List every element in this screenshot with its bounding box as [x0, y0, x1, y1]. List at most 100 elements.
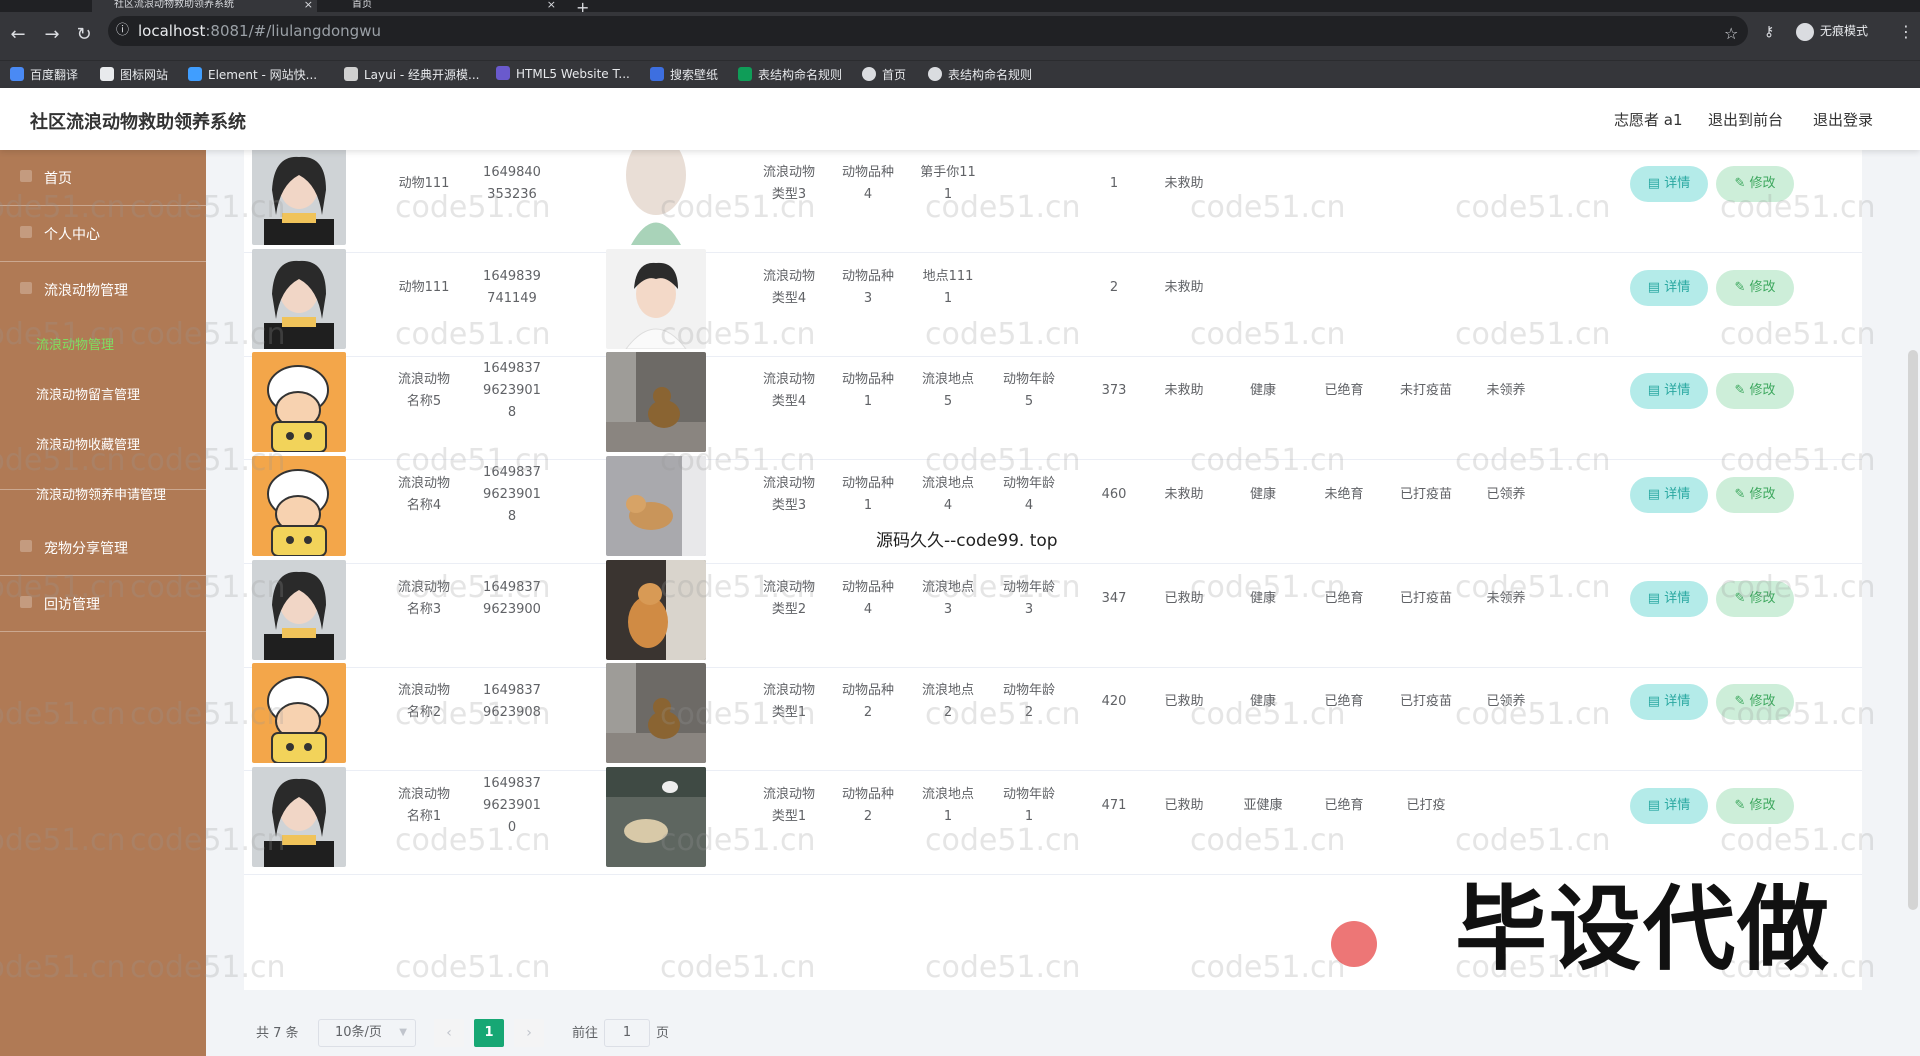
- bookmark-item[interactable]: 表结构命名规则: [738, 66, 842, 83]
- next-page-button[interactable]: ›: [514, 1019, 544, 1047]
- reload-icon[interactable]: ↻: [72, 24, 96, 45]
- edit-button[interactable]: ✎ 修改: [1716, 270, 1794, 306]
- vertical-scrollbar[interactable]: [1908, 350, 1918, 910]
- back-icon[interactable]: ←: [6, 24, 30, 45]
- adopt-status-cell: 未领养: [1486, 383, 1526, 398]
- document-icon: ▤: [1647, 176, 1665, 191]
- health-status-cell: 健康: [1249, 487, 1276, 502]
- browser-tab-active[interactable]: 社区流浪动物救助领养系统 ×: [92, 0, 317, 12]
- sidebar-item-animal-management[interactable]: 流浪动物管理: [0, 262, 206, 490]
- bookmark-item[interactable]: HTML5 Website T...: [496, 66, 630, 81]
- bookmark-item[interactable]: 搜索壁纸: [650, 66, 718, 83]
- detail-button[interactable]: ▤ 详情: [1630, 270, 1708, 306]
- edit-button[interactable]: ✎ 修改: [1716, 788, 1794, 824]
- incognito-label: 无痕模式: [1820, 24, 1869, 38]
- detail-label: 详情: [1664, 798, 1691, 813]
- count-cell: 420: [1101, 694, 1127, 709]
- animal-location-cell: 流浪地点 5: [921, 372, 974, 409]
- sidebar-item-pet-share[interactable]: 宠物分享管理: [0, 520, 206, 576]
- current-page[interactable]: 1: [474, 1019, 504, 1047]
- folder-icon: [20, 282, 32, 294]
- browser-tab[interactable]: 首页 ×: [330, 0, 560, 12]
- edit-label: 修改: [1749, 383, 1776, 398]
- health-status-cell: 亚健康: [1243, 798, 1283, 813]
- bookmark-star-icon[interactable]: ☆: [1724, 24, 1738, 43]
- detail-label: 详情: [1664, 487, 1691, 502]
- url-path: :8081/#/liulangdongwu: [205, 22, 381, 40]
- edit-button[interactable]: ✎ 修改: [1716, 373, 1794, 409]
- rescue-status-cell: 未救助: [1164, 176, 1204, 191]
- incognito-icon: [1796, 22, 1814, 41]
- animal-location-cell: 流浪地点 3: [921, 580, 974, 617]
- current-user: 志愿者 a1: [1614, 111, 1683, 129]
- site-info-icon[interactable]: ⓘ: [116, 16, 129, 46]
- bookmark-item[interactable]: Layui - 经典开源模...: [344, 66, 479, 83]
- source-overlay-text: 源码久久--code99. top: [876, 531, 1058, 551]
- detail-button[interactable]: ▤ 详情: [1630, 788, 1708, 824]
- adopt-status-cell: 已领养: [1486, 694, 1526, 709]
- bookmark-item[interactable]: 首页: [862, 66, 906, 83]
- back-to-front-link[interactable]: 退出到前台: [1708, 109, 1783, 130]
- page-size-select[interactable]: 10条/页 ▼: [318, 1019, 416, 1047]
- close-tab-icon[interactable]: ×: [304, 0, 313, 10]
- bookmark-icon: [496, 66, 510, 80]
- bookmark-item[interactable]: 表结构命名规则: [928, 66, 1032, 83]
- health-status-cell: 健康: [1249, 591, 1276, 606]
- sidebar-item-profile[interactable]: 个人中心: [0, 206, 206, 262]
- sidebar-item-revisit[interactable]: 回访管理: [0, 576, 206, 632]
- sidebar-item-home[interactable]: 首页: [0, 150, 206, 206]
- close-tab-icon[interactable]: ×: [547, 0, 556, 10]
- rescue-status-cell: 已救助: [1164, 694, 1204, 709]
- count-cell: 1: [1109, 176, 1119, 191]
- submenu-animal-management[interactable]: 流浪动物管理: [36, 334, 114, 353]
- neuter-status-cell: 已绝育: [1324, 383, 1364, 398]
- submenu-animal-messages[interactable]: 流浪动物留言管理: [36, 384, 140, 403]
- neuter-status-cell: 已绝育: [1324, 798, 1364, 813]
- animal-location-cell: 流浪地点 2: [921, 683, 974, 720]
- bookmark-icon: [862, 67, 876, 81]
- bookmarks-bar: 百度翻译 图标网站 Element - 网站快... Layui - 经典开源模…: [0, 60, 1920, 88]
- bookmark-icon: [928, 67, 942, 81]
- browser-menu-icon[interactable]: ⋮: [1898, 22, 1914, 41]
- pencil-icon: ✎: [1734, 280, 1750, 295]
- detail-button[interactable]: ▤ 详情: [1630, 477, 1708, 513]
- detail-button[interactable]: ▤ 详情: [1630, 373, 1708, 409]
- neuter-status-cell: 已绝育: [1324, 591, 1364, 606]
- rescue-status-cell: 未救助: [1164, 487, 1204, 502]
- submenu-animal-favorites[interactable]: 流浪动物收藏管理: [36, 434, 140, 453]
- edit-label: 修改: [1749, 798, 1776, 813]
- edit-button[interactable]: ✎ 修改: [1716, 477, 1794, 513]
- incognito-indicator[interactable]: 无痕模式: [1796, 22, 1868, 41]
- goto-page-input[interactable]: 1: [604, 1019, 650, 1047]
- bookmark-item[interactable]: 百度翻译: [10, 66, 78, 83]
- animal-name-cell: 流浪动物 名称1: [397, 787, 450, 824]
- submenu-adoption-requests[interactable]: 流浪动物领养申请管理: [36, 484, 166, 503]
- animal-id-cell: 1649837 9623908: [483, 683, 541, 720]
- animal-id-cell: 1649837 9623901 8: [483, 465, 541, 524]
- forward-icon[interactable]: →: [40, 24, 64, 45]
- animal-name-cell: 流浪动物 名称2: [397, 683, 450, 720]
- prev-page-button[interactable]: ‹: [434, 1019, 464, 1047]
- animal-location-cell: 流浪地点 4: [921, 476, 974, 513]
- bookmark-item[interactable]: 图标网站: [100, 66, 168, 83]
- goto-suffix: 页: [656, 1026, 670, 1041]
- share-icon: [20, 540, 32, 552]
- vaccine-status-cell: 已打疫苗: [1399, 487, 1452, 502]
- logout-link[interactable]: 退出登录: [1813, 109, 1873, 130]
- animal-name-cell: 流浪动物 名称5: [397, 372, 450, 409]
- bookmark-item[interactable]: Element - 网站快...: [188, 66, 317, 83]
- health-status-cell: 健康: [1249, 694, 1276, 709]
- address-bar[interactable]: ⓘ localhost:8081/#/liulangdongwu: [108, 16, 1748, 46]
- detail-button[interactable]: ▤ 详情: [1630, 166, 1708, 202]
- animal-name-cell: 流浪动物 名称3: [397, 580, 450, 617]
- app-title: 社区流浪动物救助领养系统: [30, 112, 246, 133]
- animal-type-cell: 流浪动物 类型3: [762, 165, 815, 202]
- password-key-icon[interactable]: ⚷: [1764, 24, 1774, 40]
- animal-breed-cell: 动物品种 4: [841, 580, 894, 617]
- document-icon: ▤: [1647, 798, 1665, 813]
- detail-button[interactable]: ▤ 详情: [1630, 684, 1708, 720]
- edit-button[interactable]: ✎ 修改: [1716, 166, 1794, 202]
- detail-button[interactable]: ▤ 详情: [1630, 581, 1708, 617]
- edit-button[interactable]: ✎ 修改: [1716, 684, 1794, 720]
- edit-button[interactable]: ✎ 修改: [1716, 581, 1794, 617]
